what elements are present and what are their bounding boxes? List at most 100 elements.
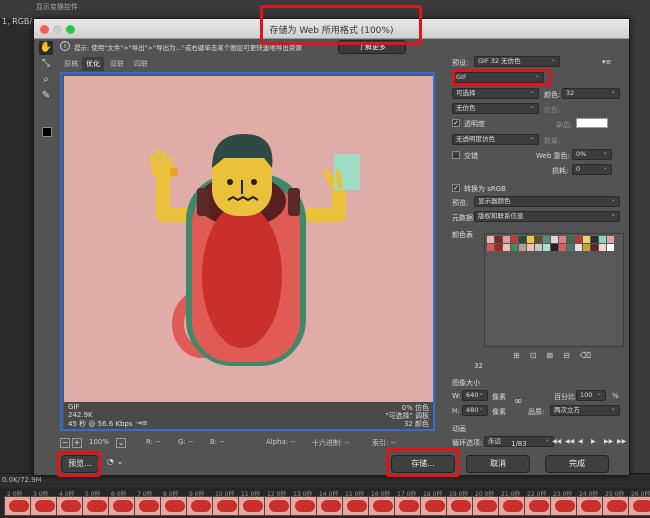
filmstrip-frame[interactable]: 13 0秒: [290, 491, 318, 516]
color-swatch[interactable]: [591, 244, 598, 251]
color-swatch[interactable]: [527, 244, 534, 251]
cancel-button[interactable]: 取消: [466, 455, 530, 473]
playback-button[interactable]: ◀: [578, 438, 583, 445]
tab-original[interactable]: 原稿: [60, 57, 82, 71]
matte-color-swatch[interactable]: [576, 118, 608, 128]
color-swatch[interactable]: [535, 236, 542, 243]
color-swatch[interactable]: [495, 244, 502, 251]
zoom-dropdown-icon[interactable]: ⌄: [116, 438, 126, 448]
filmstrip-frame[interactable]: 21 0秒: [498, 491, 526, 516]
color-swatch[interactable]: [551, 236, 558, 243]
color-table-tools[interactable]: ⊞⊡⊠⊟⌫: [513, 351, 623, 361]
tab-2up[interactable]: 双联: [106, 57, 128, 71]
browser-select[interactable]: ◔ ⌄: [107, 457, 137, 471]
percent-input[interactable]: 100: [576, 390, 606, 401]
filmstrip-frame[interactable]: 3 0秒: [30, 491, 58, 516]
filmstrip-frame[interactable]: 7 0秒: [134, 491, 162, 516]
color-reduction-select[interactable]: 可选择: [452, 88, 539, 99]
playback-button[interactable]: ▶: [591, 438, 596, 445]
color-swatch[interactable]: [535, 244, 542, 251]
filmstrip-frame[interactable]: 22 0秒: [524, 491, 552, 516]
color-swatch[interactable]: [559, 244, 566, 251]
preset-select[interactable]: GIF 32 无仿色: [474, 56, 560, 67]
color-swatch[interactable]: [543, 244, 550, 251]
preview-profile-select[interactable]: 显示器颜色: [474, 196, 620, 207]
color-swatch[interactable]: [527, 236, 534, 243]
color-swatch[interactable]: [583, 236, 590, 243]
interlaced-checkbox[interactable]: [452, 151, 460, 159]
filmstrip-frame[interactable]: 23 0秒: [550, 491, 578, 516]
filmstrip-frame[interactable]: 5 0秒: [82, 491, 110, 516]
color-swatch[interactable]: [575, 236, 582, 243]
filmstrip-frame[interactable]: 4 0秒: [56, 491, 84, 516]
color-swatch[interactable]: [503, 236, 510, 243]
lossy-select[interactable]: 0: [572, 164, 612, 175]
color-swatch[interactable]: [511, 236, 518, 243]
filmstrip-frame[interactable]: 24 0秒: [576, 491, 604, 516]
playback-button[interactable]: ▶▶: [604, 438, 613, 445]
color-swatch[interactable]: [551, 244, 558, 251]
filmstrip-frame[interactable]: 12 0秒: [264, 491, 292, 516]
playback-button[interactable]: ▶▶: [617, 438, 626, 445]
color-swatch[interactable]: [503, 244, 510, 251]
color-swatch[interactable]: [575, 244, 582, 251]
slice-select-icon[interactable]: ⤡: [39, 57, 53, 71]
filmstrip-frame[interactable]: 14 0秒: [316, 491, 344, 516]
eyedropper-color-swatch[interactable]: [42, 127, 52, 137]
filmstrip-frame[interactable]: 26 0秒: [628, 491, 650, 516]
color-swatch[interactable]: [487, 236, 494, 243]
timeline-filmstrip[interactable]: 2 0秒 3 0秒 4 0秒 5 0秒 6 0秒 7 0秒 8 0秒 9 0秒 10 0秒 11 …: [0, 488, 650, 518]
zoom-in-button[interactable]: +: [72, 438, 82, 448]
playback-button[interactable]: ◀◀: [565, 438, 574, 445]
filmstrip-frame[interactable]: 15 0秒: [342, 491, 370, 516]
filmstrip-frame[interactable]: 18 0秒: [420, 491, 448, 516]
zoom-out-button[interactable]: −: [60, 438, 70, 448]
quality-select[interactable]: 两次立方: [550, 405, 620, 416]
filmstrip-frame[interactable]: 16 0秒: [368, 491, 396, 516]
color-table[interactable]: [484, 233, 624, 347]
playback-button[interactable]: ◀◀: [552, 438, 561, 445]
color-swatch[interactable]: [599, 236, 606, 243]
settings-menu-icon[interactable]: ▾≡: [602, 58, 611, 66]
hand-icon[interactable]: ✋: [39, 41, 53, 55]
filmstrip-frame[interactable]: 8 0秒: [160, 491, 188, 516]
filmstrip-frame[interactable]: 20 0秒: [472, 491, 500, 516]
tab-optimized[interactable]: 优化: [82, 57, 104, 71]
color-swatch[interactable]: [495, 236, 502, 243]
tab-4up[interactable]: 四联: [130, 57, 152, 71]
filmstrip-frame[interactable]: 10 0秒: [212, 491, 240, 516]
convert-srgb-checkbox[interactable]: ✓: [452, 184, 460, 192]
color-swatch[interactable]: [583, 244, 590, 251]
download-menu-icon[interactable]: ⇥≡: [136, 419, 148, 427]
color-swatch[interactable]: [567, 236, 574, 243]
color-swatch[interactable]: [487, 244, 494, 251]
filmstrip-frame[interactable]: 2 0秒: [4, 491, 32, 516]
filmstrip-frame[interactable]: 11 0秒: [238, 491, 266, 516]
zoom-level[interactable]: 100%: [89, 438, 109, 446]
color-swatch[interactable]: [559, 236, 566, 243]
link-icon[interactable]: ∞: [514, 396, 522, 407]
optimized-preview-pane[interactable]: GIF 242.9K 45 秒 @ 56.6 Kbps ⇥≡ 0% 仿色 "可选…: [60, 72, 435, 431]
web-snap-select[interactable]: 0%: [572, 149, 612, 160]
color-swatch[interactable]: [591, 236, 598, 243]
color-swatch[interactable]: [607, 236, 614, 243]
transparency-checkbox[interactable]: ✓: [452, 119, 460, 127]
preview-image[interactable]: [64, 76, 433, 402]
width-input[interactable]: 640: [462, 390, 488, 401]
dither-algorithm-select[interactable]: 无仿色: [452, 103, 539, 114]
height-input[interactable]: 480: [462, 405, 488, 416]
color-swatch[interactable]: [607, 244, 614, 251]
zoom-icon[interactable]: ⌕: [39, 73, 53, 87]
color-swatch[interactable]: [511, 244, 518, 251]
eyedropper-icon[interactable]: ✎: [39, 89, 53, 103]
color-swatch[interactable]: [519, 244, 526, 251]
filmstrip-frame[interactable]: 17 0秒: [394, 491, 422, 516]
filmstrip-frame[interactable]: 9 0秒: [186, 491, 214, 516]
filmstrip-frame[interactable]: 6 0秒: [108, 491, 136, 516]
filmstrip-frame[interactable]: 19 0秒: [446, 491, 474, 516]
color-swatch[interactable]: [567, 244, 574, 251]
metadata-select[interactable]: 版权和联系信息: [474, 211, 620, 222]
color-swatch[interactable]: [519, 236, 526, 243]
color-swatch[interactable]: [599, 244, 606, 251]
color-swatch[interactable]: [543, 236, 550, 243]
